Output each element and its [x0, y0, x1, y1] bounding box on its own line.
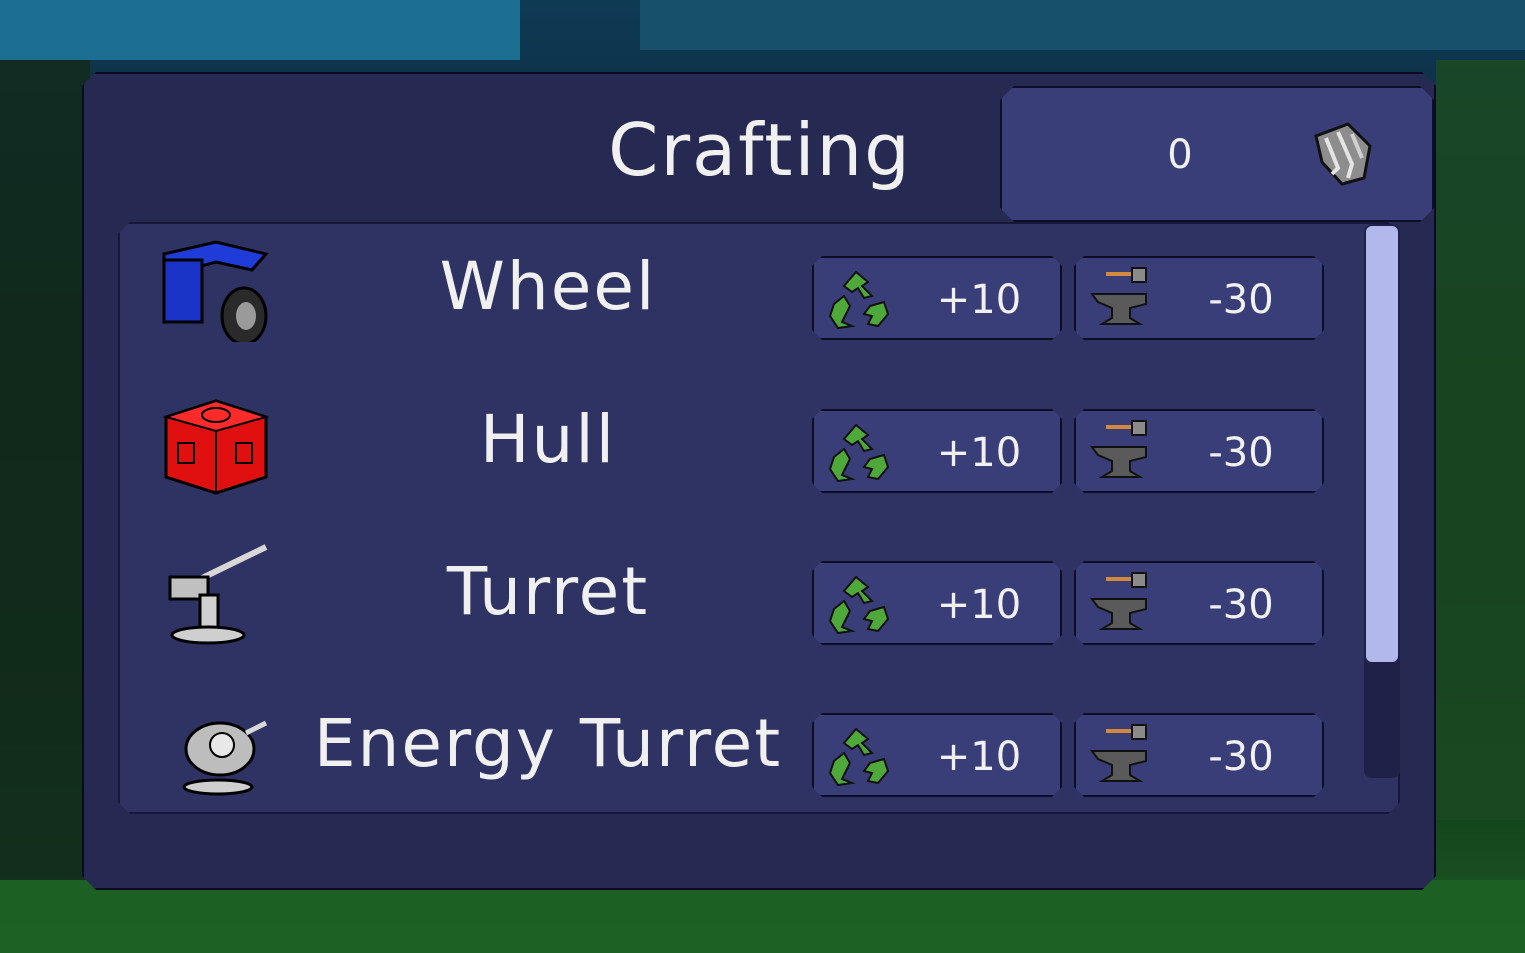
recycle-icon: [824, 266, 894, 332]
craft-cost: -30: [1208, 430, 1274, 476]
recipe-name: Energy Turret: [313, 705, 783, 782]
recipe-row-turret[interactable]: Turret +10 -30: [118, 527, 1358, 647]
recycle-button-wheel[interactable]: +10: [812, 256, 1062, 340]
craft-cost: -30: [1208, 734, 1274, 780]
recycle-value: +10: [936, 582, 1022, 628]
recycle-icon: [824, 419, 894, 485]
wheel-part-icon: [162, 240, 269, 342]
recipe-row-wheel[interactable]: Wheel +10 -30: [118, 222, 1358, 342]
anvil-icon: [1086, 419, 1156, 485]
anvil-icon: [1086, 723, 1156, 789]
recipe-name: Turret: [446, 553, 650, 630]
recipe-name: Hull: [479, 401, 617, 478]
scrap-count: 0: [1167, 132, 1193, 178]
recycle-icon: [824, 571, 894, 637]
panel-title: Crafting: [608, 108, 912, 192]
craft-cost: -30: [1208, 277, 1274, 323]
recycle-button-turret[interactable]: +10: [812, 561, 1062, 645]
energy-turret-part-icon: [182, 720, 268, 796]
recipe-row-energy-turret[interactable]: Energy Turret +10 -30: [118, 679, 1358, 799]
anvil-icon: [1086, 266, 1156, 332]
recycle-icon: [824, 723, 894, 789]
recycle-button-energy-turret[interactable]: +10: [812, 713, 1062, 797]
recycle-value: +10: [936, 430, 1022, 476]
recycle-value: +10: [936, 734, 1022, 780]
hull-part-icon: [162, 399, 270, 495]
craft-button-hull[interactable]: -30: [1074, 409, 1324, 493]
scrap-metal-icon: [1314, 122, 1372, 186]
recipe-row-hull[interactable]: Hull +10 -30: [118, 375, 1358, 495]
scrollbar-thumb[interactable]: [1366, 226, 1398, 662]
craft-button-turret[interactable]: -30: [1074, 561, 1324, 645]
anvil-icon: [1086, 571, 1156, 637]
turret-part-icon: [168, 544, 268, 645]
recycle-button-hull[interactable]: +10: [812, 409, 1062, 493]
recycle-value: +10: [936, 277, 1022, 323]
craft-button-energy-turret[interactable]: -30: [1074, 713, 1324, 797]
recipe-name: Wheel: [439, 248, 657, 325]
craft-button-wheel[interactable]: -30: [1074, 256, 1324, 340]
craft-cost: -30: [1208, 582, 1274, 628]
